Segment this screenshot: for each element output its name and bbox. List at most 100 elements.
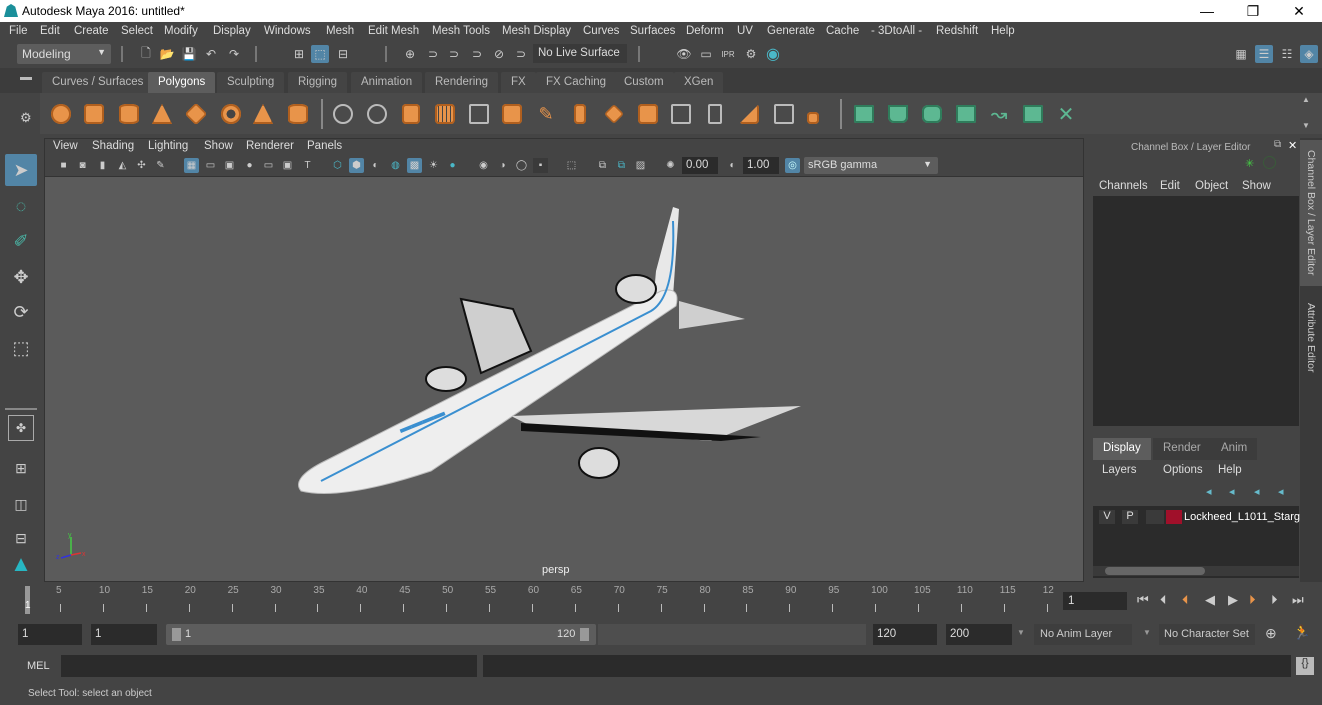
step-back-frame-icon[interactable]: ⏴ — [1160, 592, 1167, 608]
spherical-uv-icon[interactable] — [919, 101, 945, 127]
viewport-menu-renderer[interactable]: Renderer — [246, 140, 294, 152]
planar-uv-icon[interactable] — [851, 101, 877, 127]
open-scene-icon[interactable]: 📂 — [158, 45, 176, 63]
motion-blur-icon[interactable]: ◑ — [495, 158, 510, 173]
extrude-icon[interactable] — [567, 101, 593, 127]
create-layer-from-selected-icon[interactable]: ◂ — [1278, 485, 1284, 498]
shelf-tab-rigging[interactable]: Rigging — [288, 72, 347, 93]
range-slider-track[interactable] — [598, 624, 866, 645]
layer-tab-display[interactable]: Display — [1093, 438, 1151, 460]
play-backwards-icon[interactable]: ◀ — [1205, 592, 1215, 608]
layer-playback-toggle[interactable]: P — [1122, 510, 1138, 524]
menu-redshift[interactable]: Redshift — [936, 25, 978, 37]
layer-display-type-toggle[interactable] — [1146, 510, 1164, 524]
show-menu[interactable]: Show — [1242, 180, 1271, 192]
scrollbar-thumb[interactable] — [1105, 567, 1205, 575]
move-layer-up-icon[interactable]: ◂ — [1206, 485, 1212, 498]
new-scene-icon[interactable]: 🗋 — [137, 45, 155, 63]
move-layer-down-icon[interactable]: ◂ — [1229, 485, 1235, 498]
command-language-label[interactable]: MEL — [27, 660, 50, 672]
unfold-uv-icon[interactable]: ↝ — [986, 101, 1012, 127]
anim-layer-chevron-icon[interactable]: ▼ — [1017, 628, 1025, 637]
animation-start-field[interactable]: 1 — [18, 624, 82, 645]
shadows-icon[interactable]: ● — [445, 158, 460, 173]
redo-icon[interactable]: ↷ — [225, 45, 243, 63]
layers-menu[interactable]: Layers — [1102, 464, 1137, 476]
lasso-tool-icon[interactable]: ◌ — [5, 190, 37, 222]
command-input[interactable] — [61, 655, 477, 677]
insert-edge-loop-icon[interactable] — [804, 101, 830, 127]
xray-icon[interactable]: ◍ — [388, 158, 403, 173]
poly-cone-icon[interactable] — [149, 101, 175, 127]
menu-modify[interactable]: Modify — [164, 25, 198, 37]
close-panel-icon[interactable]: ✕ — [1288, 139, 1297, 152]
play-forwards-icon[interactable]: ▶ — [1228, 592, 1238, 608]
select-by-object-icon[interactable]: ⬚ — [311, 45, 329, 63]
poly-cylinder-icon[interactable] — [116, 101, 142, 127]
shelf-tab-custom[interactable]: Custom — [614, 72, 674, 93]
exposure-icon[interactable]: ✺ — [663, 158, 678, 173]
booleans-icon[interactable] — [499, 101, 525, 127]
use-all-lights-icon[interactable]: ☀ — [426, 158, 441, 173]
select-by-hierarchy-icon[interactable]: ⊞ — [290, 45, 308, 63]
render-frame-icon[interactable]: ▭ — [697, 45, 715, 63]
snap-point-icon[interactable]: ⊃ — [445, 45, 463, 63]
uv-editor-icon[interactable] — [1020, 101, 1046, 127]
time-slider[interactable]: 1 5 10 15 20 25 30 35 40 45 50 55 60 65 70 75 80 85 90 95 1… — [18, 584, 1058, 616]
maya-home-icon[interactable]: ▲ — [5, 548, 37, 580]
menu-generate[interactable]: Generate — [767, 25, 815, 37]
persp-outliner-layout-icon[interactable]: ◫ — [5, 488, 37, 520]
view-transform-dropdown[interactable]: sRGB gamma ▼ — [804, 157, 938, 174]
shelf-tab-rendering[interactable]: Rendering — [425, 72, 499, 93]
2d-pan-zoom-icon[interactable]: ✣ — [134, 158, 149, 173]
extract-icon[interactable] — [466, 101, 492, 127]
bookmarks-icon[interactable]: ▮ — [95, 158, 110, 173]
menu-cache[interactable]: Cache — [826, 25, 859, 37]
poly-pipe-icon[interactable] — [285, 101, 311, 127]
bridge-icon[interactable] — [601, 101, 627, 127]
modeling-toolkit-icon[interactable]: ▦ — [1232, 45, 1250, 63]
shelf-tab-fx-caching[interactable]: FX Caching — [536, 72, 617, 93]
time-ruler[interactable] — [24, 584, 1056, 616]
gate-mask-icon[interactable]: ● — [242, 158, 257, 173]
fill-hole-icon[interactable] — [702, 101, 728, 127]
shelf-tab-curves-surfaces[interactable]: Curves / Surfaces — [42, 72, 154, 93]
shelf-tab-animation[interactable]: Animation — [351, 72, 423, 93]
rotate-tool-icon[interactable]: ⟳ — [5, 296, 37, 328]
playback-end-field[interactable]: 120 — [873, 624, 937, 645]
current-frame-field[interactable]: 1 — [1063, 592, 1127, 610]
menu-uv[interactable]: UV — [737, 25, 753, 37]
automatic-uv-icon[interactable] — [953, 101, 979, 127]
menu-file[interactable]: File — [9, 25, 28, 37]
menu-create[interactable]: Create — [74, 25, 109, 37]
combine-icon[interactable] — [330, 101, 356, 127]
menu-mesh[interactable]: Mesh — [326, 25, 354, 37]
resolution-gate-icon[interactable]: ▣ — [222, 158, 237, 173]
go-to-start-icon[interactable]: ⏮ — [1137, 592, 1149, 608]
minimize-button[interactable]: — — [1184, 0, 1230, 22]
poly-pyramid-icon[interactable] — [250, 101, 276, 127]
grid-icon[interactable]: ▦ — [184, 158, 199, 173]
lockheed-l1011-model[interactable]: ▬▬▬▬ — [281, 201, 861, 511]
depth-of-field-icon[interactable]: ▪ — [533, 158, 548, 173]
color-management-toggle-icon[interactable]: ◎ — [785, 158, 800, 173]
script-editor-icon[interactable]: {} — [1296, 657, 1314, 675]
snap-projected-icon[interactable]: ⊃ — [512, 45, 530, 63]
xray-active-icon[interactable]: ⧉ — [614, 158, 629, 173]
manipulator-icon[interactable]: ✳ — [1245, 157, 1254, 170]
viewport-menu-show[interactable]: Show — [204, 140, 233, 152]
perspective-viewport[interactable]: View Shading Lighting Show Renderer Pane… — [44, 138, 1084, 582]
layer-visibility-toggle[interactable]: V — [1099, 510, 1115, 524]
smooth-shade-icon[interactable]: ⬢ — [349, 158, 364, 173]
snap-curve-icon[interactable]: ⊃ — [424, 45, 442, 63]
channels-menu[interactable]: Channels — [1099, 180, 1148, 192]
menu-help[interactable]: Help — [991, 25, 1015, 37]
side-tab-attribute-editor[interactable]: Attribute Editor — [1300, 288, 1322, 388]
range-start-handle[interactable] — [172, 628, 181, 641]
shelf-tab-sculpting[interactable]: Sculpting — [217, 72, 285, 93]
character-set-chevron-icon[interactable]: ▼ — [1143, 628, 1151, 637]
menu-curves[interactable]: Curves — [583, 25, 619, 37]
menu-edit-mesh[interactable]: Edit Mesh — [368, 25, 419, 37]
channel-list-area[interactable] — [1093, 196, 1299, 426]
gamma-icon[interactable]: ◐ — [725, 158, 740, 173]
